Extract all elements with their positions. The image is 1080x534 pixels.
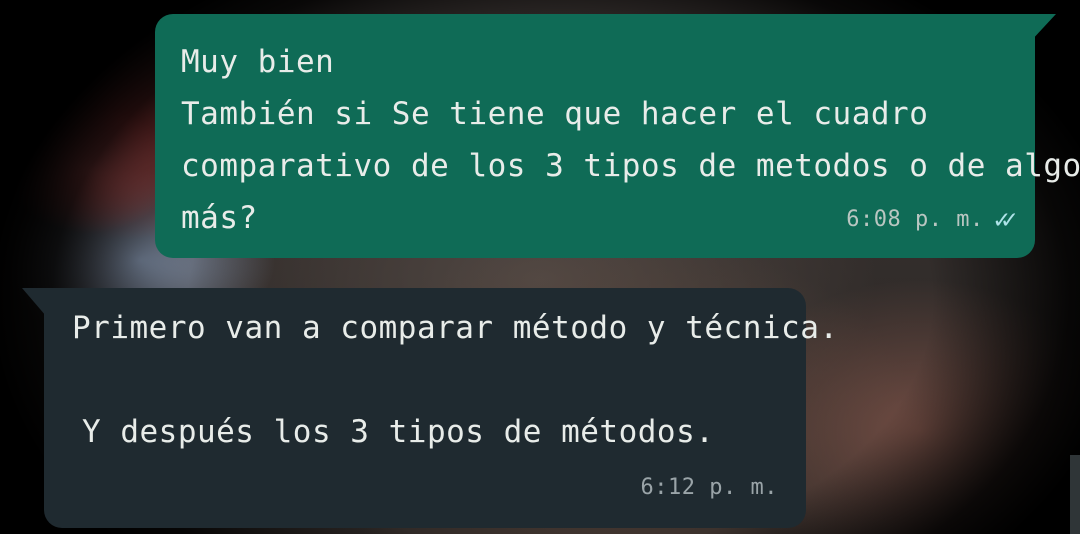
message-text-line: También si Se tiene que hacer el cuadro [181, 96, 929, 132]
message-meta: 6:08 p. m. ✓✓ [846, 194, 1017, 246]
message-text-line: Primero van a comparar método y técnica. [72, 310, 839, 346]
message-timestamp: 6:08 p. m. [846, 207, 984, 232]
outgoing-message-bubble[interactable]: Muy bien También si Se tiene que hacer e… [155, 14, 1080, 258]
incoming-bubble-tail [22, 288, 46, 316]
message-text-line: Muy bien [181, 44, 335, 80]
message-timestamp: 6:12 p. m. [640, 475, 778, 500]
message-text-line: comparativo de los 3 tipos de metodos o … [181, 148, 1080, 184]
double-check-icon: ✓✓ [993, 205, 1017, 235]
scroll-edge [1070, 455, 1080, 534]
message-meta: 6:12 p. m. [641, 462, 778, 514]
message-text-line: Y después los 3 tipos de métodos. [82, 414, 715, 450]
incoming-message-bubble[interactable]: Primero van a comparar método y técnica.… [44, 288, 839, 528]
